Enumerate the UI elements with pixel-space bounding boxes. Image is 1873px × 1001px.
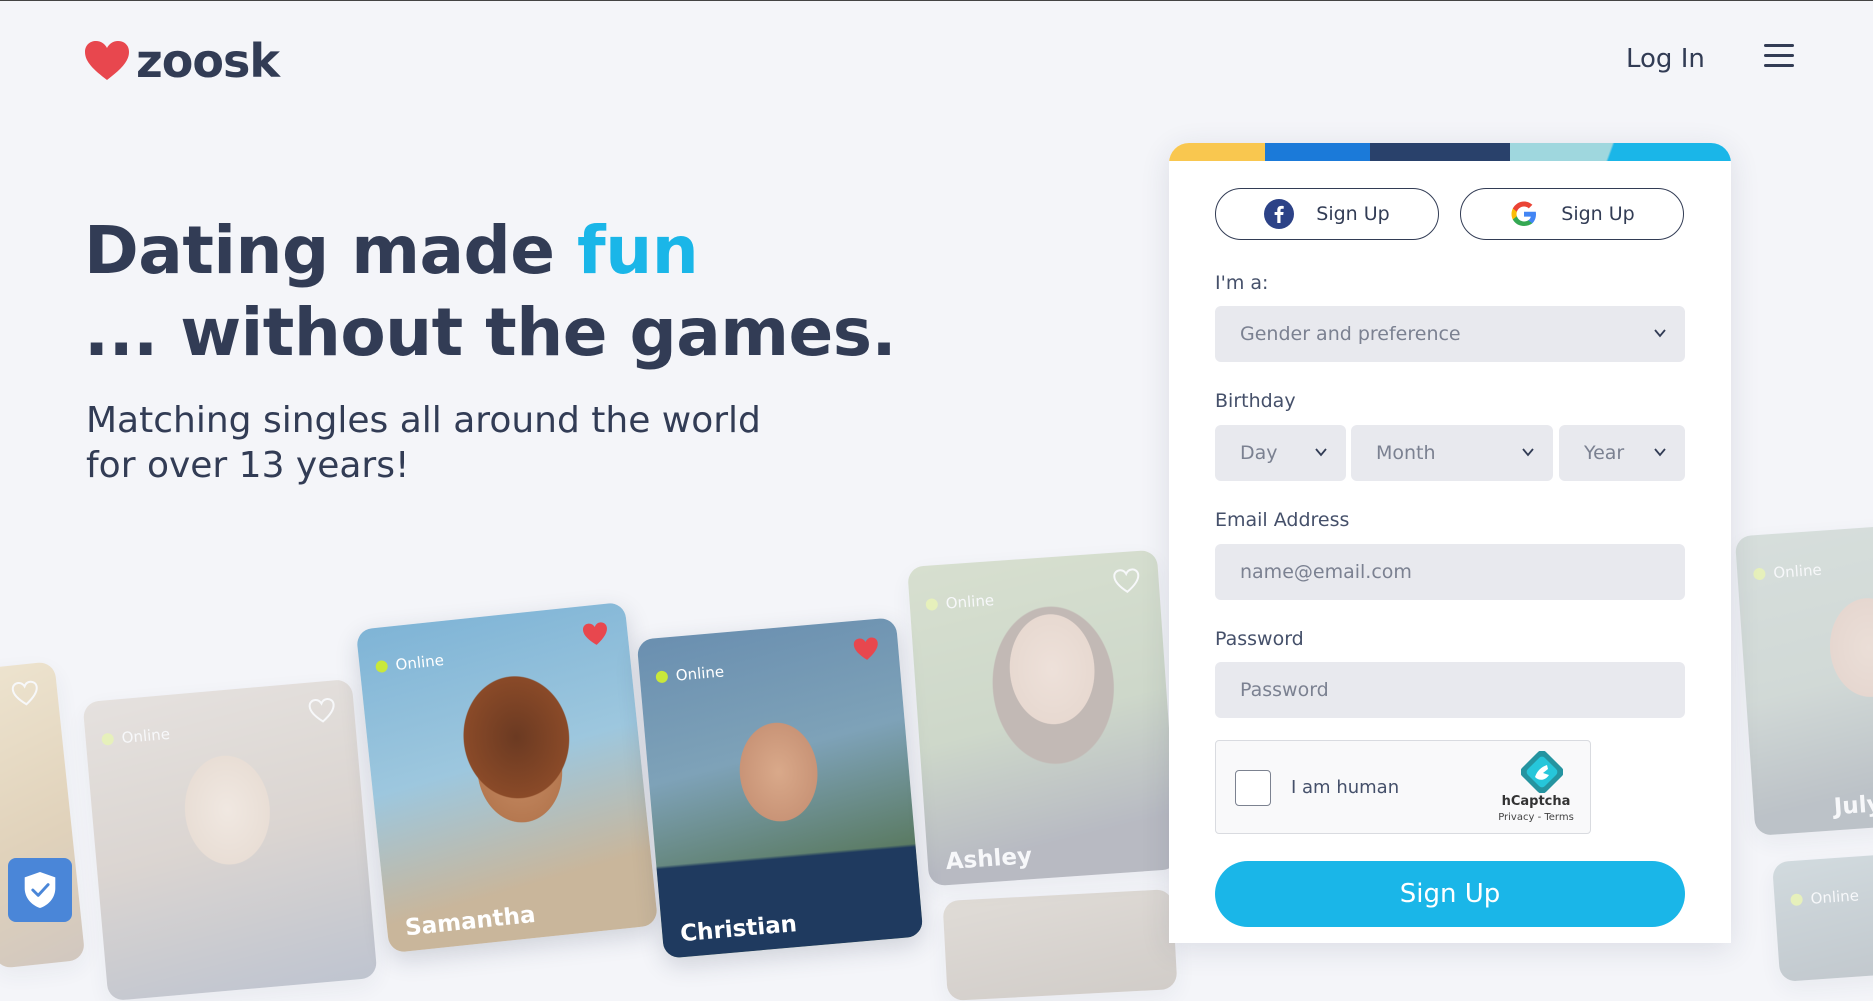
birthday-year-value: Year (1584, 442, 1625, 464)
hamburger-menu-icon[interactable] (1764, 44, 1794, 70)
birthday-day-value: Day (1240, 442, 1278, 464)
hero-title: Dating made fun ... without the games. (84, 210, 897, 374)
profile-card (942, 889, 1178, 1001)
online-status-text: Online (945, 591, 995, 613)
heart-outline-icon[interactable] (10, 679, 41, 708)
color-stripe (1169, 143, 1265, 161)
signup-submit-button[interactable]: Sign Up (1215, 861, 1685, 927)
hero-title-part1: Dating made (84, 212, 577, 289)
chevron-down-icon (1654, 448, 1666, 457)
captcha-brand: hCaptcha (1501, 794, 1571, 809)
hcaptcha-widget: I am human hCaptcha Privacy - Terms (1215, 740, 1591, 834)
profile-card-christian[interactable]: Online Christian (636, 617, 924, 959)
google-signup-label: Sign Up (1561, 203, 1635, 225)
facebook-signup-label: Sign Up (1316, 203, 1390, 225)
chevron-down-icon (1315, 448, 1327, 457)
online-status-text: Online (1772, 560, 1823, 583)
top-border (0, 0, 1873, 1)
color-stripe (1370, 143, 1510, 161)
google-icon (1511, 201, 1537, 226)
profile-name: July (1832, 791, 1873, 821)
profile-card-left-edge (0, 661, 86, 969)
zoosk-logo[interactable]: zoosk (84, 34, 280, 88)
password-field[interactable]: Password (1215, 662, 1685, 718)
email-field[interactable]: name@email.com (1215, 544, 1685, 600)
password-placeholder: Password (1240, 679, 1329, 701)
chevron-down-icon (1654, 329, 1666, 338)
birthday-day-select[interactable]: Day (1215, 425, 1346, 481)
color-stripe (1510, 143, 1731, 161)
heart-outline-icon[interactable] (1112, 567, 1142, 595)
email-placeholder: name@email.com (1240, 561, 1412, 583)
profile-card-july[interactable]: Online July (1734, 524, 1873, 836)
facebook-signup-button[interactable]: Sign Up (1215, 188, 1439, 240)
profile-card[interactable]: Online (1771, 853, 1873, 983)
hero-subtitle: Matching singles all around the world fo… (86, 400, 761, 486)
online-status-text: Online (1809, 886, 1860, 908)
heart-filled-icon[interactable] (851, 635, 881, 663)
chevron-down-icon (1522, 448, 1534, 457)
birthday-month-value: Month (1376, 442, 1436, 464)
profile-card[interactable]: Online (82, 678, 378, 1001)
shield-check-icon (24, 872, 56, 908)
heart-icon (85, 41, 129, 80)
birthday-month-select[interactable]: Month (1351, 425, 1553, 481)
hero-title-line2: ... without the games. (84, 294, 897, 371)
captcha-text: I am human (1291, 777, 1400, 798)
login-link[interactable]: Log In (1626, 44, 1705, 74)
profile-card-samantha[interactable]: Online Samantha (355, 601, 659, 954)
captcha-privacy-terms-link[interactable]: Privacy - Terms (1496, 812, 1576, 823)
color-stripe (1265, 143, 1370, 161)
signup-panel: Sign Up Sign Up I'm a: Gender and prefer… (1169, 143, 1731, 943)
email-label: Email Address (1215, 509, 1350, 531)
im-a-label: I'm a: (1215, 272, 1269, 294)
hcaptcha-logo-icon (1521, 751, 1563, 793)
profile-photo (82, 678, 378, 1001)
heart-filled-icon[interactable] (580, 620, 611, 649)
heart-outline-icon[interactable] (307, 696, 337, 724)
google-signup-button[interactable]: Sign Up (1460, 188, 1684, 240)
gender-preference-placeholder: Gender and preference (1240, 323, 1461, 345)
gender-preference-select[interactable]: Gender and preference (1215, 306, 1685, 362)
password-label: Password (1215, 628, 1304, 650)
birthday-label: Birthday (1215, 390, 1296, 412)
online-status: Online (1790, 886, 1859, 909)
captcha-checkbox[interactable] (1235, 770, 1271, 806)
security-shield-button[interactable] (8, 858, 72, 922)
logo-text: zoosk (136, 34, 280, 88)
hero-title-accent: fun (577, 212, 699, 289)
birthday-year-select[interactable]: Year (1559, 425, 1685, 481)
facebook-icon (1264, 199, 1295, 229)
profile-card-ashley[interactable]: Online Ashley (907, 549, 1179, 887)
